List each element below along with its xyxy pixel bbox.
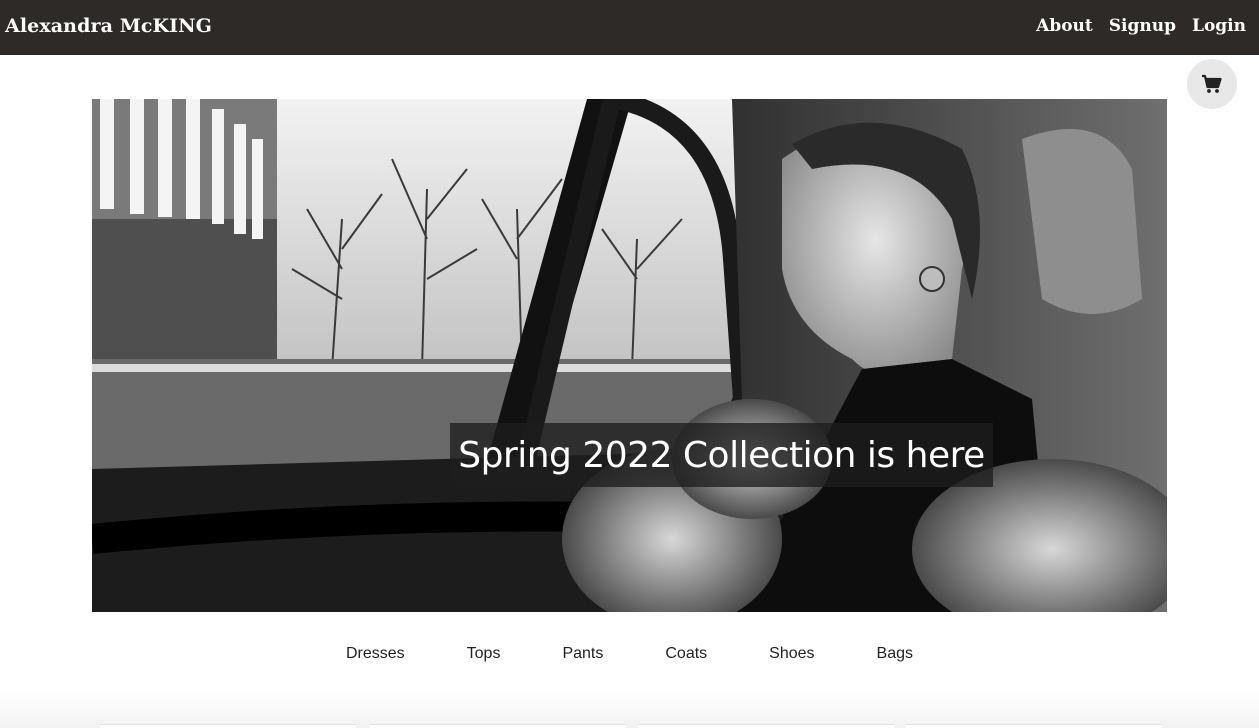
cart-button[interactable]: [1187, 59, 1237, 109]
hero-caption: Spring 2022 Collection is here: [450, 423, 993, 487]
product-section-background: [0, 690, 1259, 728]
category-nav: Dresses Tops Pants Coats Shoes Bags: [0, 645, 1259, 663]
product-card[interactable]: [906, 724, 1162, 728]
category-link-shoes[interactable]: Shoes: [738, 645, 845, 663]
nav-link-signup[interactable]: Signup: [1109, 16, 1176, 36]
product-card[interactable]: [638, 724, 894, 728]
product-card[interactable]: [370, 724, 626, 728]
nav-link-login[interactable]: Login: [1192, 16, 1246, 36]
header-nav: About Signup Login: [1036, 16, 1246, 36]
category-link-tops[interactable]: Tops: [436, 645, 532, 663]
category-link-bags[interactable]: Bags: [846, 645, 944, 663]
hero-photo: [92, 99, 1167, 612]
category-link-dresses[interactable]: Dresses: [315, 645, 436, 663]
category-link-pants[interactable]: Pants: [531, 645, 634, 663]
nav-link-about[interactable]: About: [1036, 16, 1093, 36]
category-link-coats[interactable]: Coats: [634, 645, 738, 663]
shopping-cart-icon: [1202, 74, 1222, 93]
brand-logo-text[interactable]: Alexandra McKING: [5, 15, 212, 37]
product-card[interactable]: [100, 724, 356, 728]
top-navbar: Alexandra McKING About Signup Login: [0, 0, 1259, 55]
hero-banner[interactable]: Spring 2022 Collection is here: [92, 99, 1167, 612]
